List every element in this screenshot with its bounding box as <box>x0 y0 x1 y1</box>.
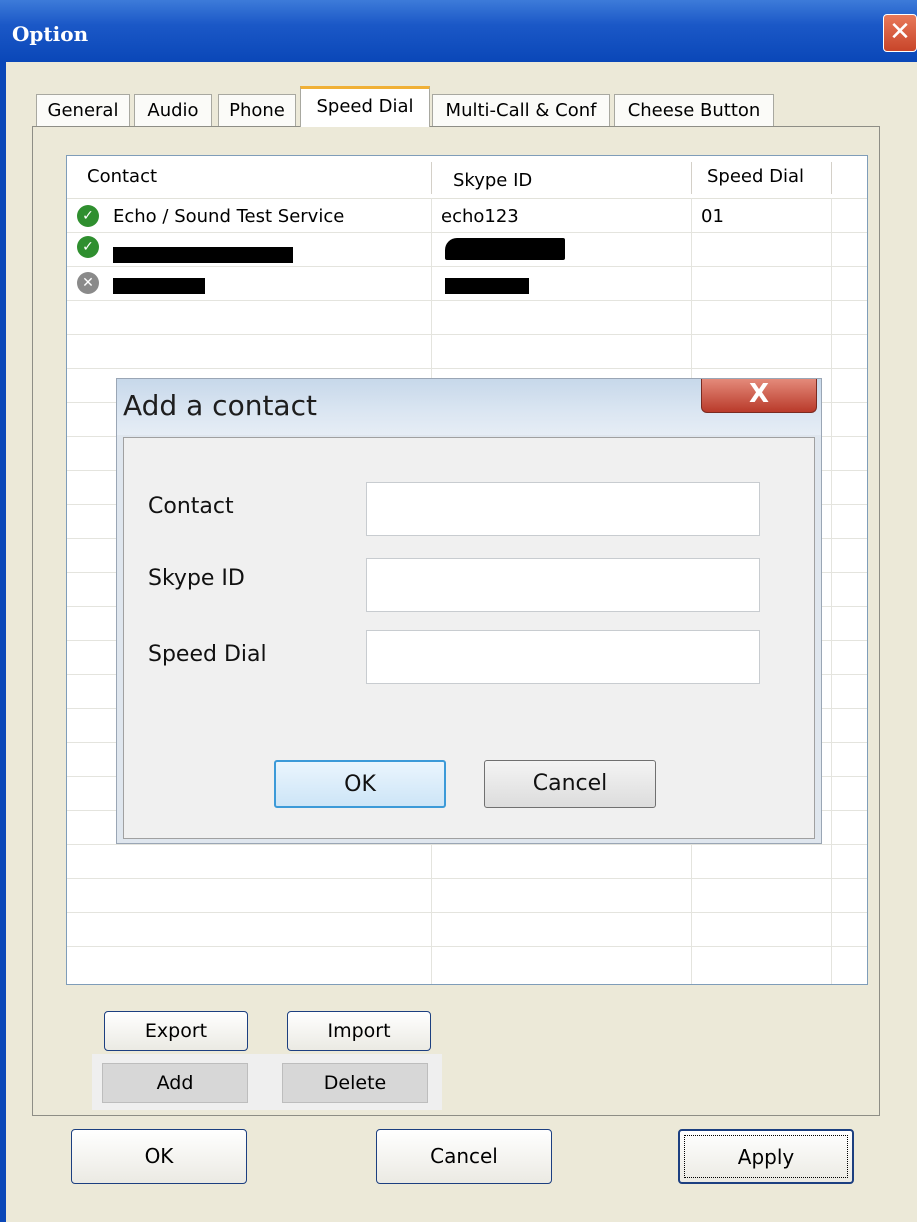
redacted-contact <box>113 247 293 263</box>
window-titlebar: Option ✕ <box>0 0 917 62</box>
column-header-contact[interactable]: Contact <box>87 166 157 187</box>
dialog-close-button[interactable]: X <box>701 379 817 413</box>
list-row[interactable]: ✕ <box>67 268 867 302</box>
speed-dial-label: Speed Dial <box>148 642 267 667</box>
export-button[interactable]: Export <box>104 1011 248 1051</box>
list-row[interactable]: ✓ <box>67 234 867 268</box>
speed-dial-number: 01 <box>701 206 724 227</box>
skype-id: echo123 <box>441 206 519 227</box>
list-header: Contact Skype ID Speed Dial <box>67 156 867 199</box>
add-contact-dialog: Add a contact X Contact Skype ID Speed D… <box>116 378 822 844</box>
window-border <box>0 62 6 1222</box>
tab-label: Cheese Button <box>627 100 761 121</box>
status-online-icon: ✓ <box>77 236 99 258</box>
contact-name: Echo / Sound Test Service <box>113 206 345 227</box>
tab-general[interactable]: General <box>36 94 130 126</box>
import-button[interactable]: Import <box>287 1011 431 1051</box>
window-close-button[interactable]: ✕ <box>883 14 917 52</box>
redacted-contact <box>113 278 205 294</box>
dialog-cancel-button[interactable]: Cancel <box>484 760 656 808</box>
tab-label: General <box>47 100 119 121</box>
dialog-body: Contact Skype ID Speed Dial OK Cancel <box>123 437 815 839</box>
contact-field[interactable] <box>366 482 760 536</box>
tab-label: Phone <box>229 100 285 121</box>
tab-label: Speed Dial <box>316 96 414 117</box>
focus-ring <box>684 1135 848 1178</box>
column-divider[interactable] <box>831 162 832 194</box>
grid-line <box>67 878 867 879</box>
grid-line <box>67 368 867 369</box>
dialog-titlebar: Add a contact X <box>117 379 821 435</box>
grid-line <box>67 946 867 947</box>
status-offline-icon: ✕ <box>77 272 99 294</box>
grid-line <box>67 334 867 335</box>
redacted-skype-id <box>445 238 565 260</box>
window-title: Option <box>12 22 89 46</box>
tab-label: Audio <box>147 100 199 121</box>
tab-label: Multi-Call & Conf <box>445 100 597 121</box>
redacted-skype-id <box>445 278 529 294</box>
status-online-icon: ✓ <box>77 205 99 227</box>
grid-line <box>831 198 832 984</box>
grid-line <box>67 912 867 913</box>
tab-speed-dial[interactable]: Speed Dial <box>300 86 430 127</box>
skype-id-field[interactable] <box>366 558 760 612</box>
apply-button[interactable]: Apply <box>678 1129 854 1184</box>
close-icon: ✕ <box>889 17 911 47</box>
close-icon: X <box>748 379 770 409</box>
column-header-skype-id[interactable]: Skype ID <box>453 170 532 191</box>
ok-button[interactable]: OK <box>71 1129 247 1184</box>
cancel-button[interactable]: Cancel <box>376 1129 552 1184</box>
grid-line <box>67 844 867 845</box>
tab-phone[interactable]: Phone <box>218 94 296 126</box>
delete-button[interactable]: Delete <box>282 1063 428 1103</box>
speed-dial-field[interactable] <box>366 630 760 684</box>
tab-multi-call-conf[interactable]: Multi-Call & Conf <box>432 94 610 126</box>
tab-cheese-button[interactable]: Cheese Button <box>614 94 774 126</box>
dialog-title: Add a contact <box>123 389 317 422</box>
skype-id-label: Skype ID <box>148 566 245 591</box>
column-header-speed-dial[interactable]: Speed Dial <box>707 166 804 187</box>
tab-audio[interactable]: Audio <box>134 94 212 126</box>
column-divider[interactable] <box>431 162 432 194</box>
contact-label: Contact <box>148 494 234 519</box>
column-divider[interactable] <box>691 162 692 194</box>
add-button[interactable]: Add <box>102 1063 248 1103</box>
list-row[interactable]: ✓ Echo / Sound Test Service echo123 01 <box>67 200 867 234</box>
dialog-ok-button[interactable]: OK <box>274 760 446 808</box>
